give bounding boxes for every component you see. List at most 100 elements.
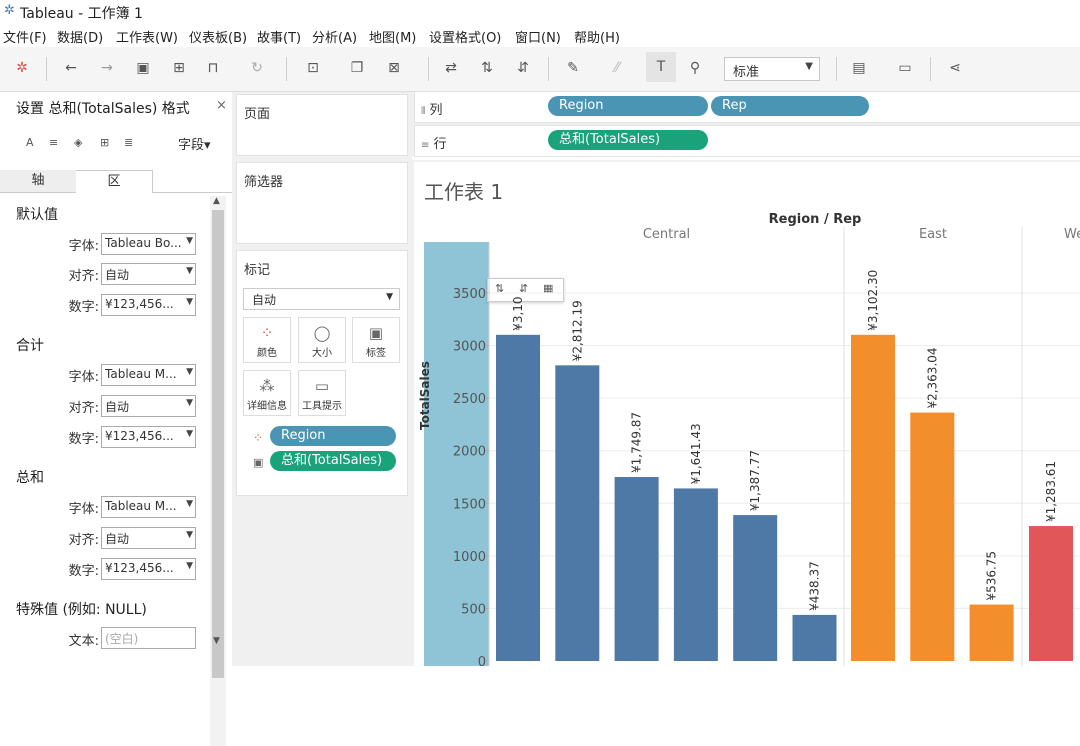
scroll-up-icon[interactable]: ▲ [213,196,220,206]
rows-pill-totalsales[interactable]: 总和(TotalSales) [548,130,708,150]
header-west[interactable]: We [1022,227,1080,242]
show-cards-icon[interactable]: ▤ [850,59,868,77]
refresh-icon[interactable]: ↻ [248,59,266,77]
menu-file[interactable]: 文件(F) [3,27,47,46]
columns-shelf-label-text: 列 [429,103,443,118]
columns-icon: ⦀ [421,106,426,117]
mark-type-select[interactable]: 自动 ▼ [243,288,400,310]
fit-select[interactable]: 标准 ▼ [724,57,820,81]
undo-icon[interactable]: ← [62,59,80,77]
number-select-value: ¥123,456... [105,297,174,311]
chevron-down-icon: ▼ [186,561,193,571]
mark-type-value: 自动 [252,293,277,307]
tableau-start-icon[interactable]: ✲ [13,59,31,77]
rows-shelf[interactable]: ≡ 行 总和(TotalSales) [414,125,1080,157]
menu-window[interactable]: 窗口(N) [515,27,561,46]
section-special-heading: 特殊值 (例如: NULL) [16,602,147,618]
format-pane-title: 设置 总和(TotalSales) 格式 [16,101,190,117]
marks-pill-totalsales[interactable]: 总和(TotalSales) [270,451,396,471]
format-alignment-icon[interactable]: ≡ [49,136,58,149]
clear-sheet-icon[interactable]: ⊠ [385,59,403,77]
window-title: Tableau - 工作簿 1 [20,6,143,22]
label-button[interactable]: ▣ 标签 [352,317,400,363]
pages-card[interactable]: 页面 [236,94,408,156]
columns-shelf[interactable]: ⦀ 列 Region Rep [414,91,1080,123]
format-borders-icon[interactable]: ⊞ [100,136,109,149]
header-central[interactable]: Central [489,227,844,242]
toolbar-divider [286,57,287,81]
format-pane: 设置 总和(TotalSales) 格式 × A ≡ ◈ ⊞ ≣ 字段▾ 轴 区… [0,92,233,746]
columns-pill-rep[interactable]: Rep [711,96,869,116]
tab-axis[interactable]: 轴 [0,170,77,192]
detail-button[interactable]: ⁂ 详细信息 [243,370,291,416]
redo-icon[interactable]: → [98,59,116,77]
font-select[interactable]: Tableau Bo... ▼ [101,233,196,255]
format-lines-icon[interactable]: ≣ [124,136,133,149]
number-select[interactable]: ¥123,456... ▼ [101,294,196,316]
chevron-down-icon: ▼ [386,292,393,302]
font-select[interactable]: Tableau M... ▼ [101,364,196,386]
sort-descending-icon[interactable]: ⇵ [514,59,532,77]
marks-card: 标记 自动 ▼ ⁘ 颜色 ◯ 大小 ▣ 标签 ⁂ 详细信息 ▭ 工具提示 ⁘ R… [236,250,408,496]
menu-worksheet[interactable]: 工作表(W) [116,27,178,46]
marks-pill-region[interactable]: Region [270,426,396,446]
pin-axes-icon[interactable]: ⚲ [686,59,704,77]
size-button[interactable]: ◯ 大小 [298,317,346,363]
group-icon[interactable]: ⁄⁄ [608,59,626,77]
special-text-input[interactable]: (空白) [101,627,196,649]
y-axis-selected[interactable] [424,242,489,666]
align-select[interactable]: 自动 ▼ [101,263,196,285]
sort-ascending-icon[interactable]: ⇅ [478,59,496,77]
menu-dashboard[interactable]: 仪表板(B) [189,27,247,46]
show-mark-labels-icon[interactable]: T [646,52,676,82]
close-icon[interactable]: × [216,98,227,113]
tableau-logo-icon: ✲ [4,3,15,18]
chevron-down-icon: ▼ [186,236,193,246]
toolbar-divider [548,57,549,81]
sort-desc-mini-icon[interactable]: ⇵ [519,282,528,295]
highlight-icon[interactable]: ✎ [564,59,582,77]
align-select[interactable]: 自动 ▼ [101,527,196,549]
new-datasource-icon[interactable]: ⊞ [170,59,188,77]
tooltip-button[interactable]: ▭ 工具提示 [298,370,346,416]
menu-format[interactable]: 设置格式(O) [429,27,501,46]
text-label: 文本: [68,634,99,649]
chevron-down-icon: ▼ [186,398,193,408]
font-select[interactable]: Tableau M... ▼ [101,496,196,518]
scroll-down-icon[interactable]: ▼ [213,636,220,646]
format-shading-icon[interactable]: ◈ [74,136,82,149]
menu-data[interactable]: 数据(D) [57,27,103,46]
tab-area[interactable]: 区 [76,170,153,193]
swap-icon[interactable]: ⇄ [442,59,460,77]
align-select[interactable]: 自动 ▼ [101,395,196,417]
menu-story[interactable]: 故事(T) [257,27,301,46]
new-worksheet-icon[interactable]: ⊡ [304,59,322,77]
sort-asc-mini-icon[interactable]: ⇅ [495,282,504,295]
toolbar-divider [930,57,931,81]
number-select[interactable]: ¥123,456... ▼ [101,426,196,448]
marks-card-title: 标记 [244,263,271,278]
header-title: Region / Rep [768,212,862,227]
menu-help[interactable]: 帮助(H) [574,27,620,46]
group-mini-icon[interactable]: ▦ [543,282,553,295]
scrollbar-thumb[interactable] [212,210,224,678]
columns-pill-region[interactable]: Region [548,96,708,116]
presentation-mode-icon[interactable]: ▭ [896,59,914,77]
rows-icon: ≡ [421,140,430,151]
pause-updates-icon[interactable]: ⊓ [204,59,222,77]
menu-map[interactable]: 地图(M) [369,27,416,46]
color-button[interactable]: ⁘ 颜色 [243,317,291,363]
duplicate-sheet-icon[interactable]: ❐ [348,59,366,77]
chevron-down-icon: ▼ [186,530,193,540]
sheet-title: 工作表 1 [424,180,504,204]
save-icon[interactable]: ▣ [134,59,152,77]
share-icon[interactable]: ⋖ [946,59,964,77]
format-font-icon[interactable]: A [26,136,34,149]
tooltip-icon: ▭ [314,377,330,395]
number-select[interactable]: ¥123,456... ▼ [101,558,196,580]
filters-card[interactable]: 筛选器 [236,162,408,244]
fields-button[interactable]: 字段▾ [178,134,211,153]
header-east[interactable]: East [844,227,1022,242]
menu-analysis[interactable]: 分析(A) [312,27,357,46]
font-select-value: Tableau M... [105,367,177,381]
